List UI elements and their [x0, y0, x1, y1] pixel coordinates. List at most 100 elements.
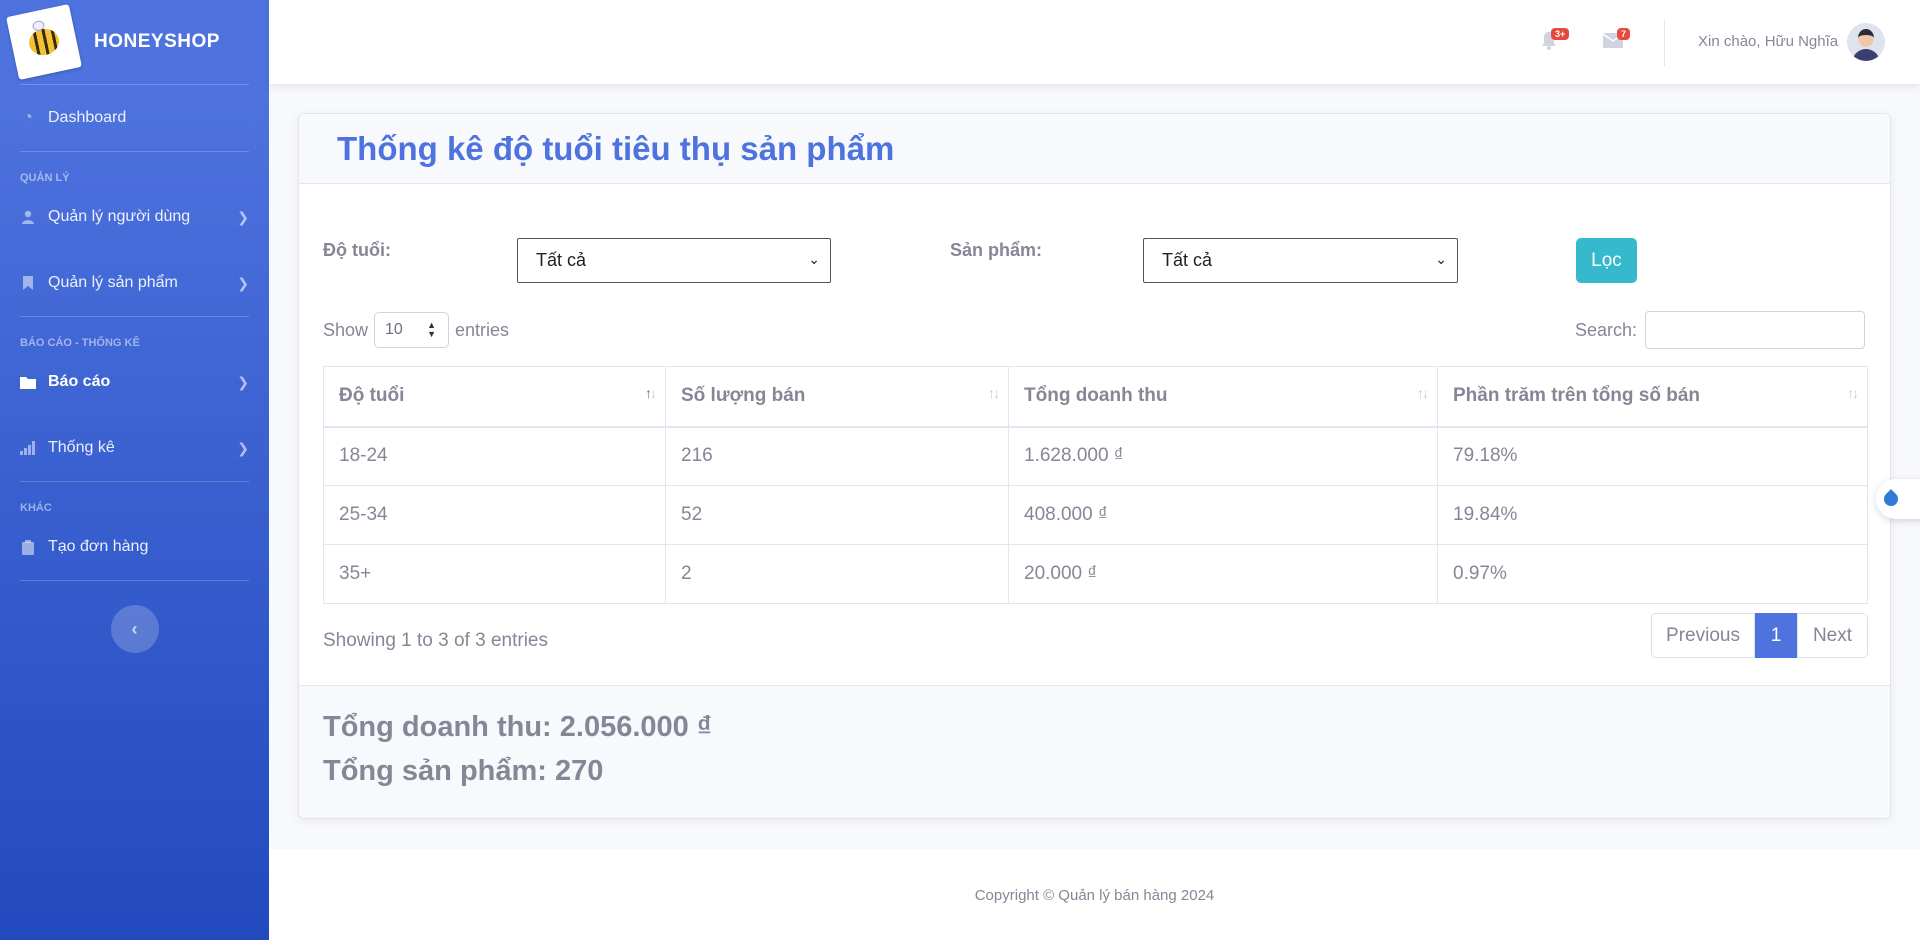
table-row: 35+ 2 20.000 ₫ 0.97% [323, 544, 1868, 604]
column-header-label: Tổng doanh thu [1024, 385, 1168, 407]
sidebar-heading-manage: QUẢN LÝ [20, 172, 70, 184]
stats-card: Thống kê độ tuổi tiêu thụ sản phẩm Độ tu… [298, 113, 1891, 819]
sidebar-item-products[interactable]: Quản lý sản phẩm ❯ [0, 250, 269, 316]
signal-bars-icon [20, 440, 36, 456]
sort-icon: ↑↓ [1847, 385, 1859, 401]
copyright-text: Copyright © Quản lý bán hàng 2024 [974, 887, 1215, 904]
column-header-label: Số lượng bán [681, 385, 806, 407]
table-cell: 2 [665, 544, 1009, 604]
dashboard-icon: ◔ [23, 109, 33, 126]
page-button-1[interactable]: 1 [1755, 613, 1797, 658]
page-title: Thống kê độ tuổi tiêu thụ sản phẩm [337, 129, 895, 167]
table-header-row: Độ tuổi ↑↓ Số lượng bán ↑↓ Tổng doanh th… [323, 366, 1868, 428]
updown-arrows-icon: ▲ ▼ [427, 320, 437, 339]
floating-tool-button[interactable] [1876, 479, 1920, 519]
table-cell: 216 [665, 426, 1009, 486]
table-cell: 35+ [323, 544, 666, 604]
table-cell: 25-34 [323, 485, 666, 545]
sidebar-item-users[interactable]: Quản lý người dùng ❯ [0, 184, 269, 250]
card-header: Thống kê độ tuổi tiêu thụ sản phẩm [299, 114, 1890, 184]
table-cell: 1.628.000 ₫ [1008, 426, 1438, 486]
age-select[interactable]: Tất cả ⌄ [517, 238, 831, 283]
entries-select-value: 10 [385, 321, 403, 338]
bookmark-icon [20, 275, 36, 291]
sidebar-item-stats[interactable]: Thống kê ❯ [0, 415, 269, 481]
age-stats-table: Độ tuổi ↑↓ Số lượng bán ↑↓ Tổng doanh th… [323, 366, 1868, 604]
user-icon [20, 209, 36, 225]
sidebar-heading-other: KHÁC [20, 502, 52, 514]
user-greeting[interactable]: Xin chào, Hữu Nghĩa [1698, 33, 1838, 50]
entries-length-control: Show 10 ▲ ▼ entries [323, 312, 509, 348]
column-header-revenue[interactable]: Tổng doanh thu ↑↓ [1008, 366, 1438, 428]
show-label: Show [323, 319, 369, 340]
brand-name: HONEYSHOP [94, 31, 220, 52]
product-select[interactable]: Tất cả ⌄ [1143, 238, 1458, 283]
chevron-down-icon: ⌄ [808, 251, 820, 267]
page-footer: Copyright © Quản lý bán hàng 2024 [269, 849, 1920, 940]
entries-label: entries [455, 319, 510, 340]
topbar-divider [1664, 20, 1665, 66]
sidebar-item-dashboard[interactable]: ◔ Dashboard [0, 85, 269, 151]
entries-select[interactable]: 10 ▲ ▼ [374, 312, 450, 348]
sidebar-item-label: Quản lý sản phẩm [48, 274, 178, 291]
column-header-label: Độ tuổi [339, 385, 405, 407]
pagination: Previous 1 Next [1651, 613, 1868, 658]
table-cell: 79.18% [1437, 426, 1868, 486]
alerts-button[interactable]: 3+ [1541, 28, 1570, 55]
total-revenue: Tổng doanh thu: 2.056.000 ₫ [323, 711, 712, 743]
chevron-right-icon: ❯ [237, 439, 249, 456]
sidebar-toggle-button[interactable]: ‹ [110, 605, 159, 653]
filter-button[interactable]: Lọc [1576, 238, 1637, 283]
card-summary: Tổng doanh thu: 2.056.000 ₫ Tổng sản phẩ… [299, 685, 1890, 818]
sidebar-heading-reports: BÁO CÁO - THỐNG KÊ [20, 337, 140, 349]
sort-icon: ↑↓ [1417, 385, 1429, 401]
chevron-down-icon: ⌄ [1435, 251, 1447, 267]
alerts-badge: 3+ [1551, 28, 1570, 40]
sidebar-item-reports[interactable]: Báo cáo ❯ [0, 349, 269, 415]
sidebar-item-create-order[interactable]: Tạo đơn hàng [0, 514, 269, 580]
table-row: 25-34 52 408.000 ₫ 19.84% [323, 485, 1868, 545]
column-header-percent[interactable]: Phần trăm trên tổng số bán ↑↓ [1437, 366, 1868, 428]
table-cell: 408.000 ₫ [1008, 485, 1438, 545]
sidebar-divider [20, 580, 249, 581]
table-cell: 52 [665, 485, 1009, 545]
table-cell: 19.84% [1437, 485, 1868, 545]
brand[interactable]: HONEYSHOP [0, 0, 269, 84]
column-header-label: Phần trăm trên tổng số bán [1453, 385, 1701, 407]
age-select-value: Tất cả [536, 250, 587, 270]
next-page-button[interactable]: Next [1797, 613, 1868, 658]
bee-logo [6, 4, 82, 80]
topbar: 3+ 7 Xin chào, Hữu Nghĩa [269, 0, 1920, 84]
product-filter-label: Sản phẩm: [950, 240, 1043, 260]
chevron-right-icon: ❯ [237, 274, 249, 291]
sidebar-item-label: Dashboard [48, 109, 127, 126]
chevron-left-icon: ‹ [131, 618, 138, 639]
previous-page-button[interactable]: Previous [1651, 613, 1755, 658]
table-row: 18-24 216 1.628.000 ₫ 79.18% [323, 426, 1868, 486]
column-header-age[interactable]: Độ tuổi ↑↓ [323, 366, 666, 428]
age-filter-label: Độ tuổi: [323, 240, 391, 260]
sidebar: HONEYSHOP ◔ Dashboard QUẢN LÝ Quản lý ng… [0, 0, 269, 940]
sidebar-item-label: Tạo đơn hàng [48, 538, 149, 555]
table-search: Search: [1575, 311, 1866, 349]
table-cell: 0.97% [1437, 544, 1868, 604]
total-products: Tổng sản phẩm: 270 [323, 755, 604, 787]
table-cell: 18-24 [323, 426, 666, 486]
chevron-right-icon: ❯ [237, 208, 249, 225]
search-input[interactable] [1645, 311, 1866, 349]
folder-icon [20, 374, 36, 390]
product-select-value: Tất cả [1162, 250, 1213, 270]
sort-icon: ↑↓ [645, 385, 657, 401]
table-cell: 20.000 ₫ [1008, 544, 1438, 604]
avatar[interactable] [1847, 23, 1885, 61]
column-header-quantity[interactable]: Số lượng bán ↑↓ [665, 366, 1009, 428]
clipboard-icon [20, 539, 36, 555]
messages-button[interactable]: 7 [1602, 28, 1631, 53]
table-info: Showing 1 to 3 of 3 entries [323, 630, 548, 651]
messages-badge: 7 [1617, 28, 1631, 40]
sidebar-item-label: Thống kê [48, 439, 115, 456]
sidebar-item-label: Quản lý người dùng [48, 208, 191, 225]
water-drop-icon [1881, 489, 1901, 509]
sort-icon: ↑↓ [988, 385, 1000, 401]
search-label: Search: [1575, 319, 1638, 340]
